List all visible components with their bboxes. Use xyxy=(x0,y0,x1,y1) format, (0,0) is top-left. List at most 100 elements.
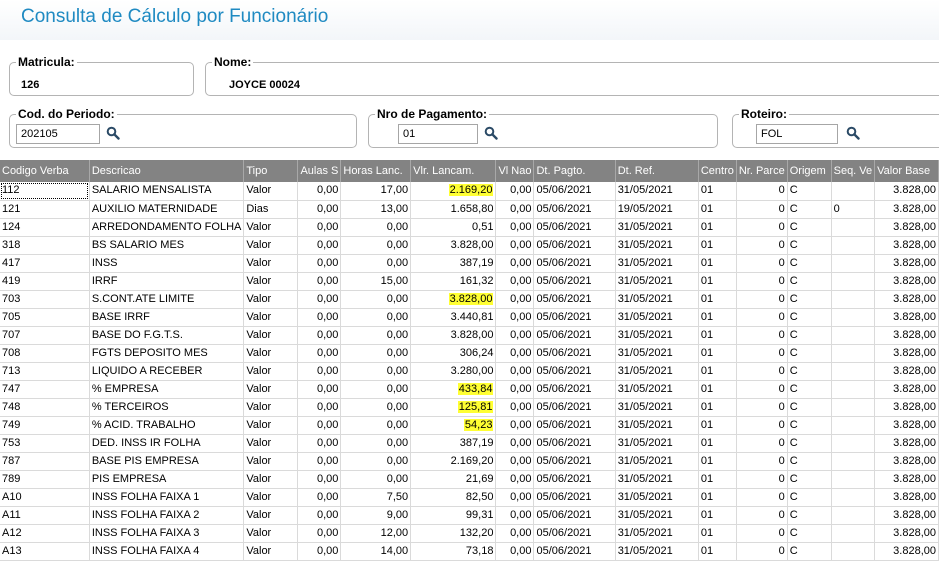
table-cell: 0,00 xyxy=(297,236,342,255)
table-row[interactable]: 419 IRRF Valor 0,00 15,00 161,32 0,00 05/06/202… xyxy=(0,272,939,291)
table-row[interactable]: 747% EMPRESA Valor 0,00 0,00 433,84 0,00 05/06… xyxy=(0,380,939,399)
table-cell xyxy=(831,416,876,435)
table-cell: 0 xyxy=(736,290,788,309)
table-cell: 31/05/2021 xyxy=(615,308,699,327)
table-row[interactable]: A10 INSS FOLHA FAIXA 1 Valor 0,00 7,50 82,50 0… xyxy=(0,488,939,507)
table-cell: 132,20 xyxy=(410,524,497,543)
table-cell: C xyxy=(787,290,832,309)
table-cell: 0,00 xyxy=(297,416,342,435)
table-cell: Valor xyxy=(243,308,299,327)
column-header[interactable]: Descricao xyxy=(89,160,245,182)
table-cell: 01 xyxy=(698,506,737,525)
table-row[interactable]: A13 INSS FOLHA FAIXA 4 Valor 0,00 14,00 73,18… xyxy=(0,542,939,561)
page-title: Consulta de Cálculo por Funcionário xyxy=(21,6,329,27)
table-cell: Valor xyxy=(243,254,299,273)
table-cell: 0 xyxy=(736,542,788,561)
column-header[interactable]: Tipo xyxy=(243,160,299,182)
table-row[interactable]: A11 INSS FOLHA FAIXA 2 Valor 0,00 9,00 99,31 0… xyxy=(0,506,939,525)
table-cell: 31/05/2021 xyxy=(615,434,699,453)
table-cell: 0,00 xyxy=(495,488,535,507)
table-row[interactable]: A12 INSS FOLHA FAIXA 3 Valor 0,00 12,00 132,2… xyxy=(0,524,939,543)
table-cell: 0,00 xyxy=(297,398,342,417)
table-row[interactable]: 749% ACID. TRABALHO Valor 0,00 0,00 54,23 0,0… xyxy=(0,416,939,435)
table-row[interactable]: 112 SALARIO MENSALISTA Valor 0,00 17,00 2.169… xyxy=(0,182,939,201)
table-cell: Valor xyxy=(243,326,299,345)
table-cell: 0,00 xyxy=(297,254,342,273)
table-cell: 0 xyxy=(736,488,788,507)
table-row[interactable]: 703 S.CONT.ATE LIMITE Valor 0,00 0,00 3.828,0… xyxy=(0,290,939,309)
table-cell: 0,00 xyxy=(297,362,342,381)
table-cell: 05/06/2021 xyxy=(533,272,616,291)
table-cell: 31/05/2021 xyxy=(615,344,699,363)
table-row[interactable]: 318 BS SALARIO MES Valor 0,00 0,00 3.828,00 0,… xyxy=(0,236,939,255)
table-cell: Valor xyxy=(243,362,299,381)
table-cell: 01 xyxy=(698,272,737,291)
table-cell: 0,00 xyxy=(495,542,535,561)
periodo-input[interactable]: 202105 xyxy=(16,124,100,144)
table-cell: 31/05/2021 xyxy=(615,362,699,381)
column-header[interactable]: Origem xyxy=(787,160,832,182)
table-row[interactable]: 121 AUXILIO MATERNIDADE Dias 0,00 13,00 1.658… xyxy=(0,200,939,219)
table-row[interactable]: 417 INSS Valor 0,00 0,00 387,19 0,00 05/06/2021… xyxy=(0,254,939,273)
table-cell: 7,50 xyxy=(340,488,412,507)
table-cell: 3.828,00 xyxy=(874,236,939,255)
table-cell: BASE IRRF xyxy=(89,308,245,327)
table-cell: 0,00 xyxy=(495,506,535,525)
column-header[interactable]: Seq. Ve xyxy=(831,160,876,182)
table-cell: 0,00 xyxy=(340,434,412,453)
table-row[interactable]: 753 DED. INSS IR FOLHA Valor 0,00 0,00 387,19… xyxy=(0,434,939,453)
table-cell: 0 xyxy=(736,254,788,273)
table-row[interactable]: 124 ARREDONDAMENTO FOLHA Valor 0,00 0,00 0,51… xyxy=(0,218,939,237)
table-cell: 05/06/2021 xyxy=(533,182,616,201)
table-cell: C xyxy=(787,362,832,381)
calculo-table[interactable]: Codigo Verba Descricao Tipo Aulas S Horas La… xyxy=(0,160,939,561)
column-header[interactable]: Horas Lanc. xyxy=(340,160,412,182)
search-icon[interactable] xyxy=(846,126,860,140)
matricula-value: 126 xyxy=(21,79,40,91)
table-cell: 01 xyxy=(698,362,737,381)
table-cell: 31/05/2021 xyxy=(615,398,699,417)
table-cell: 05/06/2021 xyxy=(533,254,616,273)
table-cell: % EMPRESA xyxy=(89,380,245,399)
column-header[interactable]: Dt. Ref. xyxy=(615,160,699,182)
table-cell: 0,00 xyxy=(297,380,342,399)
column-header[interactable]: Centro xyxy=(698,160,737,182)
table-row[interactable]: 713 LIQUIDO A RECEBER Valor 0,00 0,00 3.280,0… xyxy=(0,362,939,381)
table-row[interactable]: 705 BASE IRRF Valor 0,00 0,00 3.440,81 0,00 05/… xyxy=(0,308,939,327)
table-row[interactable]: 748% TERCEIROS Valor 0,00 0,00 125,81 0,00 05/… xyxy=(0,398,939,417)
table-cell: 3.828,00 xyxy=(874,290,939,309)
table-cell xyxy=(831,434,876,453)
table-row[interactable]: 708 FGTS DEPOSITO MES Valor 0,00 0,00 306,24 0… xyxy=(0,344,939,363)
pagamento-input[interactable]: 01 xyxy=(398,124,478,144)
nome-label: Nome: xyxy=(214,55,252,69)
highlighted-value: 3.828,00 xyxy=(448,292,494,305)
column-header[interactable]: Codigo Verba xyxy=(0,160,90,182)
table-cell xyxy=(831,524,876,543)
table-header-row: Codigo Verba Descricao Tipo Aulas S Horas La… xyxy=(0,160,939,182)
table-cell: 9,00 xyxy=(340,506,412,525)
search-icon[interactable] xyxy=(106,126,120,140)
column-header[interactable]: Valor Base xyxy=(874,160,939,182)
roteiro-input[interactable]: FOL xyxy=(756,124,838,144)
column-header[interactable]: Vl Nao xyxy=(495,160,535,182)
table-cell: 0,00 xyxy=(340,344,412,363)
table-row[interactable]: 707 BASE DO F.G.T.S. Valor 0,00 0,00 3.828,00… xyxy=(0,326,939,345)
table-cell: 01 xyxy=(698,236,737,255)
search-icon[interactable] xyxy=(484,126,498,140)
table-cell: 0,00 xyxy=(297,488,342,507)
table-cell: 31/05/2021 xyxy=(615,290,699,309)
column-header[interactable]: Nr. Parce xyxy=(736,160,788,182)
table-cell: 31/05/2021 xyxy=(615,416,699,435)
column-header[interactable]: Dt. Pagto. xyxy=(533,160,616,182)
table-cell: 0,00 xyxy=(495,380,535,399)
table-row[interactable]: 787 BASE PIS EMPRESA Valor 0,00 0,00 2.169,20… xyxy=(0,452,939,471)
table-cell: 31/05/2021 xyxy=(615,182,699,201)
column-header[interactable]: Vlr. Lancam. xyxy=(410,160,497,182)
table-row[interactable]: 789 PIS EMPRESA Valor 0,00 0,00 21,69 0,00 05/0… xyxy=(0,470,939,489)
table-cell: 05/06/2021 xyxy=(533,470,616,489)
table-cell: 0,00 xyxy=(340,290,412,309)
table-cell: 0 xyxy=(736,506,788,525)
column-header[interactable]: Aulas S xyxy=(297,160,342,182)
table-cell: 748 xyxy=(0,398,90,417)
table-cell: 99,31 xyxy=(410,506,497,525)
